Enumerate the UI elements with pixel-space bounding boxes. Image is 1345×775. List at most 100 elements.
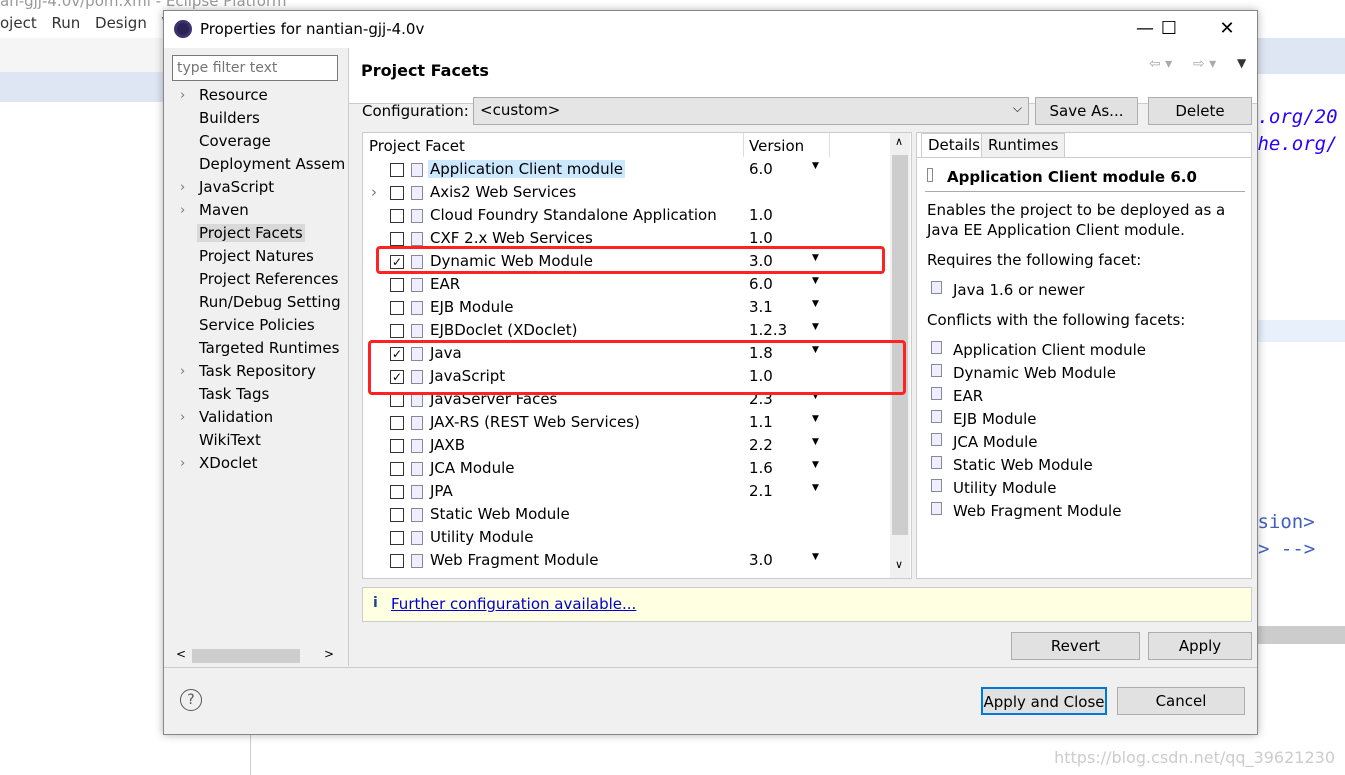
version-dropdown-icon[interactable]: ▼ <box>812 161 819 171</box>
tree-item[interactable]: Validation <box>197 408 275 426</box>
facet-checkbox[interactable] <box>390 508 404 522</box>
revert-button[interactable]: Revert <box>1011 632 1140 660</box>
tree-item[interactable]: Project Natures <box>197 247 316 265</box>
facet-row[interactable]: EAR 6.0 ▼ <box>363 274 893 297</box>
facet-checkbox[interactable] <box>390 209 404 223</box>
tree-item[interactable]: Maven <box>197 201 251 219</box>
forward-icon[interactable]: ⇨ ▾ <box>1193 56 1216 72</box>
filter-input[interactable] <box>172 55 338 81</box>
facet-icon <box>931 479 942 492</box>
version-dropdown-icon[interactable]: ▼ <box>812 276 819 286</box>
facet-checkbox[interactable] <box>390 301 404 315</box>
tree-item[interactable]: Coverage <box>197 132 273 150</box>
menu-icon[interactable]: ▼ <box>1237 56 1246 70</box>
facet-row[interactable]: JAXB 2.2 ▼ <box>363 435 893 458</box>
expand-icon[interactable]: › <box>180 456 185 471</box>
facet-row[interactable]: Cloud Foundry Standalone Application 1.0 <box>363 205 893 228</box>
expand-icon[interactable]: › <box>180 88 185 103</box>
tree-item[interactable]: Task Repository <box>197 362 318 380</box>
tree-item[interactable]: WikiText <box>197 431 263 449</box>
version-dropdown-icon[interactable]: ▼ <box>812 483 819 493</box>
cancel-button[interactable]: Cancel <box>1117 687 1245 715</box>
facet-checkbox[interactable] <box>390 485 404 499</box>
version-dropdown-icon[interactable]: ▼ <box>812 460 819 470</box>
expand-icon[interactable]: › <box>180 203 185 218</box>
tree-item[interactable]: JavaScript <box>197 178 276 196</box>
version-dropdown-icon[interactable]: ▼ <box>812 552 819 562</box>
further-configuration-link[interactable]: Further configuration available... <box>391 595 636 613</box>
tab-runtimes[interactable]: Runtimes <box>981 133 1066 158</box>
menu-run[interactable]: Run <box>51 14 80 32</box>
facet-checkbox[interactable] <box>390 186 404 200</box>
facet-version[interactable]: 6.0 <box>749 160 773 178</box>
facet-version: 1.0 <box>749 229 773 247</box>
tree-hscrollbar[interactable]: < > <box>172 647 338 665</box>
facet-version[interactable]: 6.0 <box>749 275 773 293</box>
save-as-button[interactable]: Save As... <box>1035 97 1138 125</box>
details-panel: Details Runtimes Application Client modu… <box>916 132 1252 579</box>
facet-version[interactable]: 2.1 <box>749 482 773 500</box>
column-header-facet[interactable]: Project Facet <box>369 137 465 155</box>
back-icon[interactable]: ⇦ ▾ <box>1149 56 1172 72</box>
facet-row[interactable]: EJB Module 3.1 ▼ <box>363 297 893 320</box>
facet-version[interactable]: 3.0 <box>749 551 773 569</box>
facet-checkbox[interactable] <box>390 232 404 246</box>
facet-row[interactable]: Utility Module <box>363 527 893 550</box>
delete-button[interactable]: Delete <box>1148 97 1252 125</box>
version-dropdown-icon[interactable]: ▼ <box>812 299 819 309</box>
facet-row[interactable]: Web Fragment Module 3.0 ▼ <box>363 550 893 573</box>
facet-name: JCA Module <box>430 459 515 477</box>
facet-checkbox[interactable] <box>390 278 404 292</box>
tree-item[interactable]: Project Facets <box>197 224 305 242</box>
facet-icon <box>931 433 942 446</box>
apply-and-close-button[interactable]: Apply and Close <box>981 687 1107 715</box>
configuration-combo[interactable]: <custom> ⌵ <box>473 97 1029 125</box>
version-dropdown-icon[interactable]: ▼ <box>812 322 819 332</box>
menu-project[interactable]: oject <box>0 14 37 32</box>
facet-checkbox[interactable] <box>390 462 404 476</box>
facet-row[interactable]: JPA 2.1 ▼ <box>363 481 893 504</box>
close-button[interactable]: ✕ <box>1204 15 1250 43</box>
facet-row[interactable]: › Axis2 Web Services <box>363 182 893 205</box>
facet-checkbox[interactable] <box>390 439 404 453</box>
facet-version[interactable]: 1.6 <box>749 459 773 477</box>
tree-item[interactable]: XDoclet <box>197 454 260 472</box>
facet-checkbox[interactable] <box>390 531 404 545</box>
facet-version[interactable]: 1.2.3 <box>749 321 787 339</box>
facet-version[interactable]: 3.1 <box>749 298 773 316</box>
facet-row[interactable]: JCA Module 1.6 ▼ <box>363 458 893 481</box>
facet-row[interactable]: JAX-RS (REST Web Services) 1.1 ▼ <box>363 412 893 435</box>
tree-item[interactable]: Targeted Runtimes <box>197 339 341 357</box>
conflict-item: Static Web Module <box>953 456 1093 474</box>
facet-checkbox[interactable] <box>390 393 404 407</box>
tree-item[interactable]: Deployment Assem <box>197 155 347 173</box>
background-menu: oject Run Design W <box>0 14 176 32</box>
expand-icon[interactable]: › <box>371 183 377 201</box>
facet-row[interactable]: Static Web Module <box>363 504 893 527</box>
tree-item[interactable]: Run/Debug Setting <box>197 293 343 311</box>
version-dropdown-icon[interactable]: ▼ <box>812 437 819 447</box>
tree-item[interactable]: Task Tags <box>197 385 271 403</box>
facet-checkbox[interactable] <box>390 554 404 568</box>
expand-icon[interactable]: › <box>180 180 185 195</box>
expand-icon[interactable]: › <box>180 410 185 425</box>
tab-details[interactable]: Details <box>921 133 988 158</box>
menu-design[interactable]: Design <box>95 14 147 32</box>
help-button[interactable]: ? <box>180 689 202 711</box>
expand-icon[interactable]: › <box>180 364 185 379</box>
facet-checkbox[interactable] <box>390 163 404 177</box>
tree-item[interactable]: Service Policies <box>197 316 317 334</box>
tree-item[interactable]: Builders <box>197 109 262 127</box>
facet-row[interactable]: Application Client module 6.0 ▼ <box>363 159 893 182</box>
facet-version[interactable]: 2.2 <box>749 436 773 454</box>
tree-item[interactable]: Resource <box>197 86 270 104</box>
maximize-button[interactable]: ☐ <box>1146 15 1192 43</box>
facet-icon <box>411 301 423 315</box>
tree-item[interactable]: Project References <box>197 270 340 288</box>
apply-button[interactable]: Apply <box>1148 632 1252 660</box>
facet-version[interactable]: 1.1 <box>749 413 773 431</box>
column-header-version[interactable]: Version <box>749 137 804 155</box>
version-dropdown-icon[interactable]: ▼ <box>812 414 819 424</box>
facet-checkbox[interactable] <box>390 416 404 430</box>
facet-checkbox[interactable] <box>390 324 404 338</box>
